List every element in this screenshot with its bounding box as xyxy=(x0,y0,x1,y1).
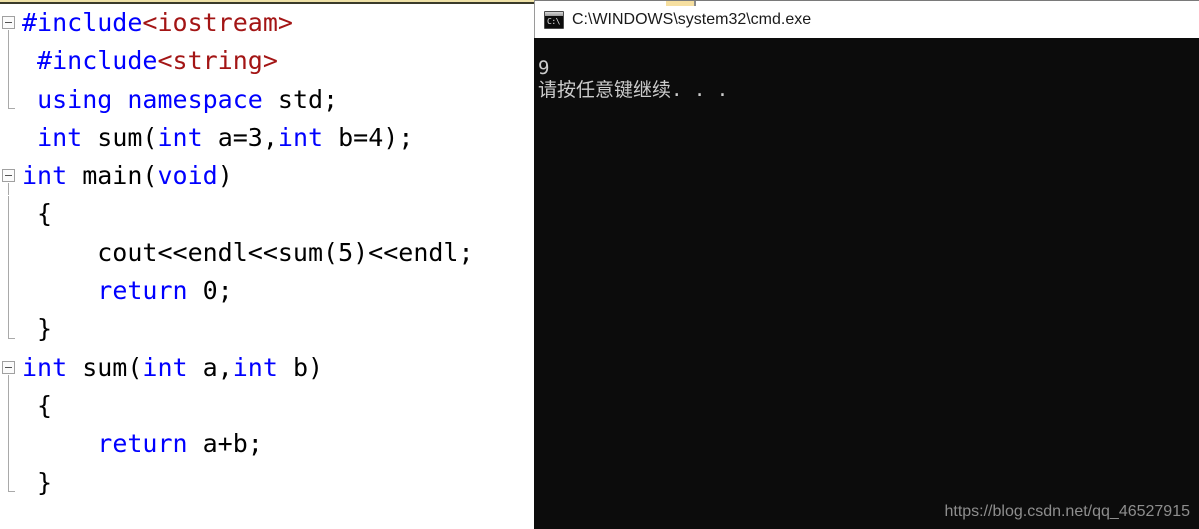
code-line[interactable]: return 0; xyxy=(0,272,534,310)
code-token: b=4); xyxy=(323,122,414,152)
code-token: #include xyxy=(22,8,143,37)
screenshot-root: #include<iostream> #include<string> usin… xyxy=(0,0,1199,529)
code-line[interactable]: cout<<endl<<sum(5)<<endl; xyxy=(0,234,534,272)
code-token: sum( xyxy=(82,122,158,152)
code-token: int xyxy=(22,161,68,191)
code-line[interactable]: { xyxy=(0,195,534,233)
code-token: a+b; xyxy=(187,429,263,459)
code-line[interactable]: } xyxy=(0,464,534,502)
code-token: std; xyxy=(262,84,339,114)
console-title-text: C:\WINDOWS\system32\cmd.exe xyxy=(572,10,812,28)
code-line[interactable]: #include<string> xyxy=(0,42,534,80)
code-token: return xyxy=(97,276,188,306)
code-line[interactable]: int sum(int a=3,int b=4); xyxy=(0,119,534,157)
code-line[interactable]: int sum(int a,int b) xyxy=(0,349,534,387)
cmd-icon-prompt-glyph: C:\ xyxy=(547,16,560,26)
code-token: } xyxy=(22,314,53,344)
code-line[interactable]: #include<iostream> xyxy=(0,4,534,42)
code-line[interactable]: } xyxy=(0,310,534,348)
code-token: int xyxy=(142,352,188,382)
code-token: a=3, xyxy=(202,122,278,152)
code-token: ) xyxy=(217,161,233,191)
cmd-console-window[interactable]: C:\ C:\WINDOWS\system32\cmd.exe 9 请按任意键继… xyxy=(534,0,1199,529)
background-tab-fragment xyxy=(666,1,696,6)
code-token: sum( xyxy=(67,352,143,382)
cmd-icon-titlebar xyxy=(545,11,563,16)
code-token: { xyxy=(22,390,53,420)
code-token: cout<<endl<<sum(5)<<endl; xyxy=(22,237,474,267)
console-output-area[interactable]: 9 请按任意键继续. . . https://blog.csdn.net/qq_… xyxy=(534,38,1199,529)
code-token: a, xyxy=(187,352,233,382)
code-line[interactable]: int main(void) xyxy=(0,157,534,195)
cmd-console-icon: C:\ xyxy=(544,10,564,29)
code-token: 0; xyxy=(187,276,233,306)
code-token: { xyxy=(22,199,53,229)
code-token: int xyxy=(22,352,68,382)
code-line[interactable]: { xyxy=(0,387,534,425)
console-output-line: 请按任意键继续. . . xyxy=(538,79,729,101)
console-title-bar[interactable]: C:\ C:\WINDOWS\system32\cmd.exe xyxy=(534,0,1199,38)
code-token: main( xyxy=(67,161,158,191)
code-line[interactable]: return a+b; xyxy=(0,425,534,463)
code-token: b) xyxy=(277,352,324,382)
code-editor-pane[interactable]: #include<iostream> #include<string> usin… xyxy=(0,0,534,529)
code-line[interactable]: using namespace std; xyxy=(0,81,534,119)
watermark-url: https://blog.csdn.net/qq_46527915 xyxy=(944,503,1190,520)
code-text-area[interactable]: #include<iostream> #include<string> usin… xyxy=(0,4,534,502)
code-token: <string> xyxy=(157,46,278,76)
code-token: <iostream> xyxy=(142,8,293,37)
code-token: int xyxy=(232,352,278,382)
code-token: return xyxy=(97,429,188,459)
code-token: } xyxy=(22,467,53,497)
code-token: #include xyxy=(22,46,158,76)
code-token: using namespace xyxy=(37,84,263,114)
code-token: void xyxy=(157,161,218,191)
console-output-line: 9 xyxy=(538,57,550,79)
code-token: int xyxy=(37,122,83,152)
code-token: int xyxy=(157,122,203,152)
code-token: int xyxy=(277,122,324,152)
